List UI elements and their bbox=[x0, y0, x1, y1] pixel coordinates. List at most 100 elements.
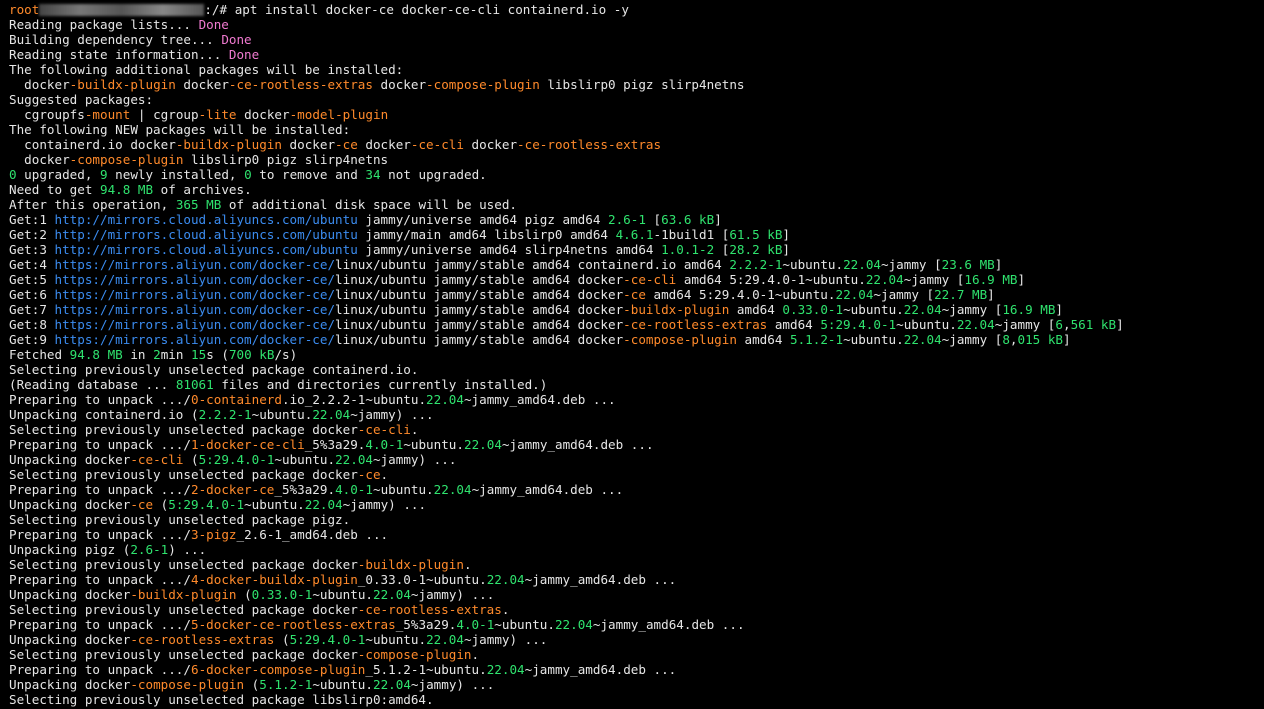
output-segment: 4-docker-buildx-plugin bbox=[190, 572, 358, 587]
output-segment: files and directories currently installe… bbox=[213, 377, 548, 392]
output-line: After this operation, 365 MB of addition… bbox=[9, 197, 1264, 212]
output-segment: _5%3a29. bbox=[274, 482, 336, 497]
output-segment: ~ubuntu. bbox=[251, 407, 313, 422]
output-segment: -ce-rootless-extras bbox=[623, 317, 768, 332]
output-segment: Preparing to unpack .../ bbox=[9, 392, 191, 407]
output-segment: _5%3a29. bbox=[304, 437, 366, 452]
output-line: Preparing to unpack .../2-docker-ce_5%3a… bbox=[9, 482, 1264, 497]
output-segment: -mount bbox=[84, 107, 131, 122]
output-segment: , bbox=[1009, 332, 1018, 347]
output-segment: ~jammy_amd64.deb ... bbox=[524, 662, 677, 677]
output-segment: 1-docker-ce-cli bbox=[190, 437, 305, 452]
output-line: The following NEW packages will be insta… bbox=[9, 122, 1264, 137]
output-segment: ~ubuntu. bbox=[312, 587, 373, 602]
output-segment: . bbox=[410, 422, 419, 437]
output-segment: Get:1 bbox=[9, 212, 55, 227]
output-line: 0 upgraded, 9 newly installed, 0 to remo… bbox=[9, 167, 1264, 182]
output-segment: Unpacking docker bbox=[9, 632, 131, 647]
output-segment: jammy/main amd64 libslirp0 amd64 bbox=[357, 227, 616, 242]
output-segment: Get:4 bbox=[9, 257, 55, 272]
output-segment: 5:29.4.0-1 bbox=[198, 452, 275, 467]
output-segment: Done bbox=[198, 17, 229, 32]
output-segment: docker bbox=[236, 107, 290, 122]
output-segment: -compose-plugin bbox=[623, 332, 737, 347]
output-line: The following additional packages will b… bbox=[9, 62, 1264, 77]
output-line: Get:9 https://mirrors.aliyun.com/docker-… bbox=[9, 332, 1264, 347]
output-segment: 2.6-1 bbox=[130, 542, 169, 557]
output-segment: ~jammy [ bbox=[994, 317, 1056, 332]
output-segment: -1build1 [ bbox=[653, 227, 730, 242]
output-segment: -ce-rootless-extras bbox=[228, 77, 373, 92]
output-line: Reading state information... Done bbox=[9, 47, 1264, 62]
output-segment: 22.04 bbox=[486, 572, 525, 587]
output-segment: ] bbox=[782, 242, 791, 257]
output-segment: 5-docker-ce-rootless-extras bbox=[190, 617, 396, 632]
output-segment: 22.04 bbox=[956, 317, 995, 332]
output-segment: amd64 5:29.4.0-1~ubuntu. bbox=[676, 272, 866, 287]
output-line: Suggested packages: bbox=[9, 92, 1264, 107]
output-segment: min bbox=[160, 347, 192, 362]
output-segment: [ bbox=[714, 242, 730, 257]
output-segment: jammy/universe amd64 pigz amd64 bbox=[357, 212, 609, 227]
output-segment: 015 kB bbox=[1017, 332, 1064, 347]
output-segment: jammy/universe amd64 slirp4netns amd64 bbox=[357, 242, 662, 257]
output-segment: 22.04 bbox=[433, 482, 472, 497]
output-segment: Preparing to unpack .../ bbox=[9, 572, 191, 587]
output-line: Selecting previously unselected package … bbox=[9, 362, 1264, 377]
output-segment: libslirp0 pigz slirp4netns bbox=[183, 152, 389, 167]
output-line: Preparing to unpack .../5-docker-ce-root… bbox=[9, 617, 1264, 632]
output-segment: 22.04 bbox=[304, 497, 343, 512]
output-segment: linux/ubuntu jammy/stable amd64 docker bbox=[335, 332, 624, 347]
output-segment: 16.9 MB bbox=[1002, 302, 1056, 317]
output-segment: . bbox=[463, 557, 472, 572]
output-segment: 63.6 kB bbox=[661, 212, 715, 227]
output-segment: -compose-plugin bbox=[69, 152, 184, 167]
output-segment: Done bbox=[228, 47, 260, 62]
output-segment: The following NEW packages will be insta… bbox=[9, 122, 351, 137]
output-segment: http://mirrors.cloud.aliyuncs.com/ubuntu bbox=[54, 212, 358, 227]
output-segment: containerd.io docker bbox=[9, 137, 176, 152]
output-segment: 28.2 kB bbox=[729, 242, 783, 257]
output-segment: docker bbox=[9, 77, 70, 92]
output-segment: ( bbox=[236, 587, 252, 602]
output-line: Selecting previously unselected package … bbox=[9, 692, 1264, 707]
output-segment: linux/ubuntu jammy/stable amd64 docker bbox=[335, 287, 624, 302]
output-segment: ~jammy) ... bbox=[463, 632, 548, 647]
output-segment: 22.04 bbox=[373, 587, 411, 602]
output-segment: ~ubuntu. bbox=[312, 677, 373, 692]
output-segment: Get:3 bbox=[9, 242, 55, 257]
output-segment: 22.04 bbox=[426, 632, 464, 647]
output-segment: Reading state information... bbox=[9, 47, 229, 62]
output-segment: Suggested packages: bbox=[9, 92, 154, 107]
output-segment: [ bbox=[645, 212, 662, 227]
output-segment: ~jammy [ bbox=[941, 332, 1003, 347]
output-segment: ( bbox=[153, 497, 169, 512]
output-segment: 2 bbox=[153, 347, 161, 362]
output-line: Reading package lists... Done bbox=[9, 17, 1264, 32]
output-segment: -model-plugin bbox=[289, 107, 389, 122]
output-segment: 4.0-1 bbox=[456, 617, 495, 632]
output-segment: (Reading database ... bbox=[9, 377, 176, 392]
output-line: Selecting previously unselected package … bbox=[9, 512, 1264, 527]
output-segment: ~ubuntu. bbox=[843, 302, 904, 317]
output-segment: Fetched bbox=[9, 347, 70, 362]
output-segment: ~ubuntu. bbox=[782, 257, 844, 272]
output-line: Preparing to unpack .../1-docker-ce-cli_… bbox=[9, 437, 1264, 452]
prompt-line: root:/# apt install docker-ce docker-ce-… bbox=[9, 2, 1264, 17]
output-segment: -ce bbox=[357, 467, 381, 482]
output-segment: 5.1.2-1 bbox=[259, 677, 313, 692]
output-segment: Preparing to unpack .../ bbox=[9, 482, 191, 497]
output-segment: 22.04 bbox=[865, 272, 904, 287]
output-line: Building dependency tree... Done bbox=[9, 32, 1264, 47]
terminal-window[interactable]: root:/# apt install docker-ce docker-ce-… bbox=[0, 0, 1264, 709]
output-segment: -ce-cli bbox=[357, 422, 411, 437]
output-segment: 5:29.4.0-1 bbox=[168, 497, 245, 512]
output-segment: Selecting previously unselected package … bbox=[9, 692, 434, 707]
output-segment: -buildx-plugin bbox=[130, 587, 237, 602]
output-segment: ] bbox=[987, 287, 995, 302]
output-segment: Unpacking pigz ( bbox=[9, 542, 131, 557]
output-segment: ~jammy) ... bbox=[410, 677, 495, 692]
output-segment: Building dependency tree... bbox=[9, 32, 222, 47]
output-segment: ~ubuntu. bbox=[896, 317, 957, 332]
output-segment: docker bbox=[357, 137, 411, 152]
